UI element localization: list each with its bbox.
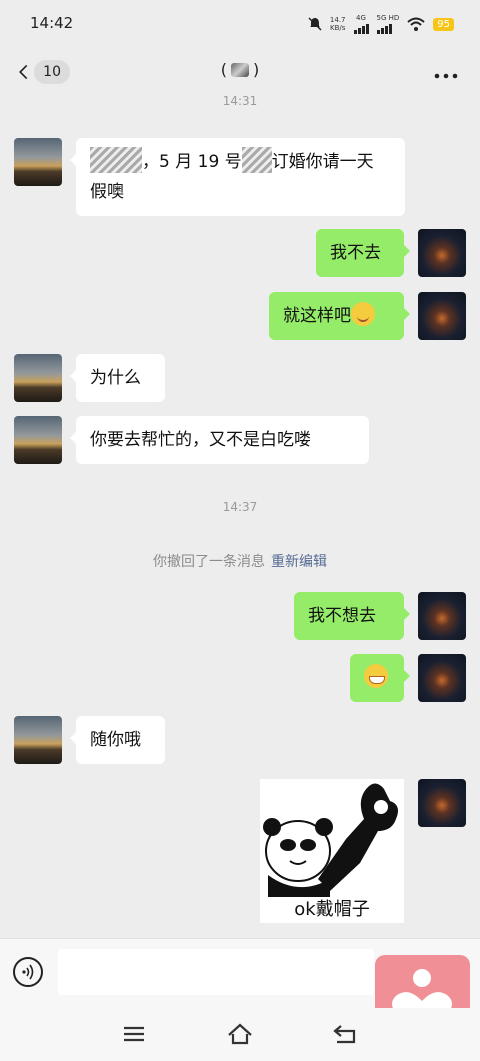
avatar[interactable]: [418, 592, 466, 640]
avatar[interactable]: [14, 138, 62, 186]
chat-title[interactable]: (): [0, 60, 480, 79]
signal-4g: 4G: [353, 14, 369, 34]
voice-icon: [22, 964, 34, 980]
avatar[interactable]: [418, 654, 466, 702]
system-nav-bar: [0, 1008, 480, 1061]
back-nav-button[interactable]: [332, 1022, 360, 1046]
voice-button[interactable]: [13, 957, 43, 987]
home-icon: [228, 1023, 252, 1045]
message-bubble[interactable]: 我不想去: [294, 592, 410, 640]
battery-indicator: 95: [433, 17, 454, 31]
message-bubble[interactable]: 我不去: [316, 229, 410, 277]
chat-header: 10 (): [0, 46, 480, 98]
status-time: 14:42: [30, 14, 74, 32]
status-bar: 14:42 14.7 KB/s 4G 5G HD 95: [0, 0, 480, 46]
home-button[interactable]: [226, 1022, 254, 1046]
signal-bars-icon: [353, 22, 369, 34]
redacted-name: [231, 63, 249, 77]
redacted-text: [90, 147, 142, 173]
status-icons: 14.7 KB/s 4G 5G HD 95: [308, 14, 454, 34]
message-bubble[interactable]: 随你哦: [70, 716, 165, 764]
recall-notice: 你撤回了一条消息 重新编辑: [153, 554, 327, 570]
avatar[interactable]: [14, 354, 62, 402]
signal-bars-icon: [376, 22, 400, 34]
wifi-icon: [407, 17, 425, 31]
message-input[interactable]: [58, 949, 374, 995]
timestamp: 14:37: [222, 500, 258, 514]
avatar[interactable]: [14, 416, 62, 464]
wink-emoji-icon: [351, 302, 375, 326]
timestamp: 14:31: [222, 94, 258, 108]
message-bubble[interactable]: ，5 月 19 号订婚你请一天 假噢: [70, 138, 405, 216]
more-button[interactable]: [434, 60, 458, 85]
menu-icon: [124, 1026, 144, 1042]
panda-ok-sticker-icon: [263, 783, 398, 897]
net-speed: 14.7 KB/s: [329, 16, 346, 32]
mute-bell-icon: [308, 17, 322, 31]
message-bubble[interactable]: 为什么: [70, 354, 165, 402]
avatar[interactable]: [14, 716, 62, 764]
sticker-image[interactable]: ok戴帽子: [260, 779, 404, 923]
signal-5g: 5G HD: [376, 14, 400, 34]
sticker-caption: ok戴帽子: [294, 899, 370, 920]
menu-button[interactable]: [121, 1022, 149, 1046]
back-arrow-icon: [333, 1025, 356, 1044]
message-bubble[interactable]: 你要去帮忙的，又不是白吃喽: [70, 416, 369, 464]
avatar[interactable]: [418, 779, 466, 827]
re-edit-link[interactable]: 重新编辑: [271, 554, 327, 570]
avatar[interactable]: [418, 292, 466, 340]
grin-emoji-icon: [364, 664, 388, 688]
message-bubble[interactable]: [350, 654, 410, 702]
redacted-text: [241, 147, 272, 173]
more-dots-icon: [434, 73, 458, 79]
avatar[interactable]: [418, 229, 466, 277]
message-bubble[interactable]: 就这样吧: [269, 292, 410, 340]
